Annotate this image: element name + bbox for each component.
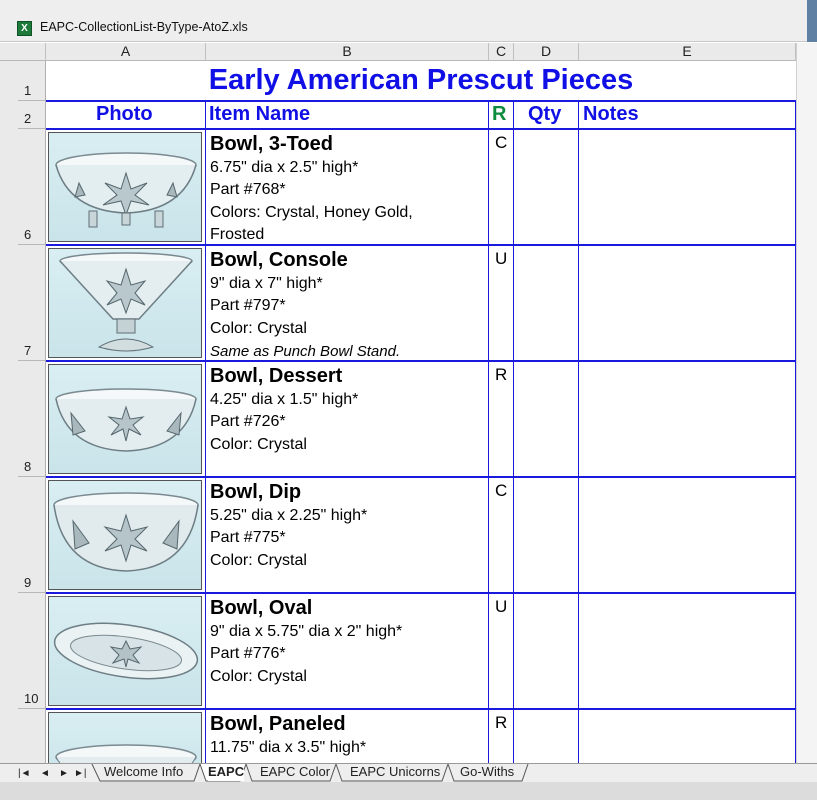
row-header-2[interactable]: 2	[18, 101, 46, 129]
window-titlebar: X EAPC-CollectionList-ByType-AtoZ.xls	[0, 0, 817, 42]
next-sheet-icon[interactable]: ►	[59, 768, 69, 779]
tab-welcome-info[interactable]: Welcome Info	[104, 764, 183, 781]
row-header-6[interactable]: 6	[18, 129, 46, 245]
table-row[interactable]: Bowl, Dessert 4.25" dia x 1.5" high* Par…	[46, 362, 796, 476]
header-notes: Notes	[583, 103, 639, 125]
table-row[interactable]: Bowl, Console 9" dia x 7" high* Part #79…	[46, 246, 796, 360]
tab-go-withs[interactable]: Go-Withs	[460, 764, 514, 781]
item-photo[interactable]	[48, 596, 202, 706]
item-dimensions: 9" dia x 7" high*	[210, 275, 323, 292]
header-rarity: R	[492, 103, 507, 125]
item-colors-cont: Frosted	[210, 226, 265, 243]
item-photo[interactable]	[48, 132, 202, 242]
row-header-11[interactable]	[18, 709, 46, 763]
window-frame-edge	[807, 0, 817, 42]
row-header-9[interactable]: 9	[18, 477, 46, 593]
item-rarity: C	[495, 133, 508, 152]
dip-bowl-image	[53, 492, 199, 572]
oval-bowl-image	[53, 622, 199, 680]
item-part-number: Part #768*	[210, 181, 286, 198]
item-name: Bowl, 3-Toed	[210, 133, 333, 155]
column-header-b[interactable]: B	[206, 43, 489, 61]
item-rarity: U	[495, 597, 508, 616]
item-colors: Color: Crystal	[210, 668, 307, 685]
tab-eapc-color[interactable]: EAPC Color	[260, 764, 330, 781]
item-colors: Color: Crystal	[210, 552, 307, 569]
item-rarity: U	[495, 249, 508, 268]
item-note: Same as Punch Bowl Stand.	[210, 343, 401, 360]
item-part-number: Part #775*	[210, 529, 286, 546]
column-header-a[interactable]: A	[46, 43, 206, 61]
table-row[interactable]: Bowl, Dip 5.25" dia x 2.25" high* Part #…	[46, 478, 796, 592]
row-header-strip	[0, 43, 18, 763]
item-photo[interactable]	[48, 364, 202, 474]
table-row[interactable]: Bowl, Paneled 11.75" dia x 3.5" high* R	[46, 710, 796, 764]
item-name: Bowl, Paneled	[210, 713, 346, 735]
table-row[interactable]: Bowl, 3-Toed 6.75" dia x 2.5" high* Part…	[46, 130, 796, 244]
dessert-bowl-image	[55, 388, 197, 452]
item-name: Bowl, Oval	[210, 597, 313, 619]
row-header-10[interactable]: 10	[18, 593, 46, 709]
item-photo[interactable]	[48, 712, 202, 764]
previous-sheet-icon[interactable]: ◄	[40, 768, 50, 779]
item-colors: Color: Crystal	[210, 436, 307, 453]
excel-icon: X	[17, 21, 32, 36]
column-header-e[interactable]: E	[579, 43, 796, 61]
status-area	[0, 782, 817, 800]
item-rarity: R	[495, 365, 508, 384]
item-colors: Color: Crystal	[210, 320, 307, 337]
console-bowl-image	[59, 252, 193, 352]
paneled-bowl-image	[55, 744, 197, 764]
row-header-8[interactable]: 8	[18, 361, 46, 477]
tab-eapc-unicorns[interactable]: EAPC Unicorns	[350, 764, 440, 781]
item-colors: Colors: Crystal, Honey Gold,	[210, 204, 413, 221]
worksheet[interactable]: Early American Prescut Pieces Photo Item…	[46, 61, 796, 764]
sheet-title: Early American Prescut Pieces	[208, 64, 634, 96]
header-qty: Qty	[528, 103, 562, 125]
header-item-name: Item Name	[209, 103, 311, 125]
item-name: Bowl, Dessert	[210, 365, 343, 387]
item-part-number: Part #726*	[210, 413, 286, 430]
item-rarity: C	[495, 481, 508, 500]
item-name: Bowl, Dip	[210, 481, 302, 503]
last-sheet-icon[interactable]: ►|	[74, 768, 87, 779]
grid-line	[46, 100, 796, 102]
item-dimensions: 4.25" dia x 1.5" high*	[210, 391, 359, 408]
vertical-scrollbar[interactable]	[796, 43, 817, 763]
header-photo: Photo	[96, 103, 153, 125]
item-name: Bowl, Console	[210, 249, 348, 271]
item-photo[interactable]	[48, 248, 202, 358]
row-header-1[interactable]: 1	[18, 61, 46, 101]
item-part-number: Part #797*	[210, 297, 286, 314]
item-photo[interactable]	[48, 480, 202, 590]
item-dimensions: 9" dia x 5.75" dia x 2" high*	[210, 623, 403, 640]
window-title: EAPC-CollectionList-ByType-AtoZ.xls	[40, 20, 248, 34]
item-dimensions: 11.75" dia x 3.5" high*	[210, 739, 367, 756]
item-dimensions: 6.75" dia x 2.5" high*	[210, 159, 359, 176]
tab-eapc[interactable]: EAPC	[208, 764, 245, 781]
table-row[interactable]: Bowl, Oval 9" dia x 5.75" dia x 2" high*…	[46, 594, 796, 708]
row-header-7[interactable]: 7	[18, 245, 46, 361]
column-header-c[interactable]: C	[489, 43, 514, 61]
item-dimensions: 5.25" dia x 2.25" high*	[210, 507, 368, 524]
item-rarity: R	[495, 713, 508, 732]
first-sheet-icon[interactable]: |◄	[18, 768, 31, 779]
column-header-d[interactable]: D	[514, 43, 579, 61]
three-toed-bowl-image	[55, 152, 197, 228]
item-part-number: Part #776*	[210, 645, 286, 662]
select-all-corner[interactable]	[0, 43, 46, 61]
